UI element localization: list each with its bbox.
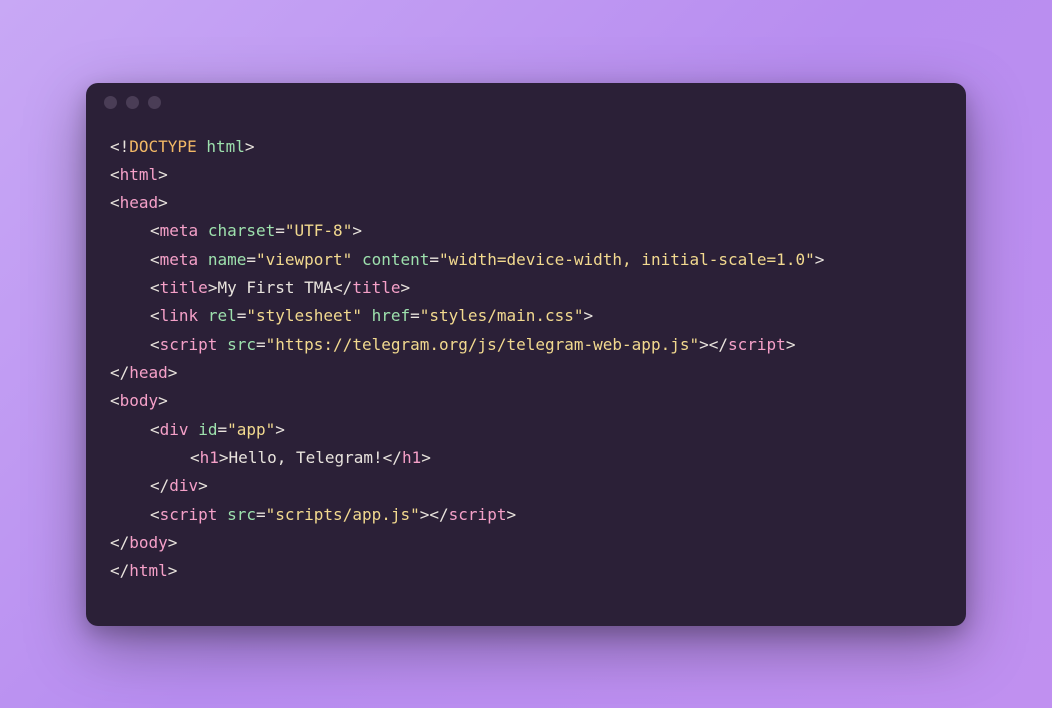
code-line: <h1>Hello, Telegram!</h1> bbox=[110, 444, 431, 472]
code-content: <!DOCTYPE html> <html> <head> <meta char… bbox=[86, 123, 966, 626]
window-control-close[interactable] bbox=[104, 96, 117, 109]
code-line: </head> bbox=[110, 363, 177, 382]
code-line: <script src="scripts/app.js"></script> bbox=[110, 501, 516, 529]
code-line: <head> bbox=[110, 193, 168, 212]
code-line: <script src="https://telegram.org/js/tel… bbox=[110, 331, 795, 359]
code-line: </div> bbox=[110, 472, 208, 500]
window-control-minimize[interactable] bbox=[126, 96, 139, 109]
code-line: </html> bbox=[110, 561, 177, 580]
window-titlebar bbox=[86, 83, 966, 123]
code-window: <!DOCTYPE html> <html> <head> <meta char… bbox=[86, 83, 966, 626]
code-line: <meta name="viewport" content="width=dev… bbox=[110, 246, 824, 274]
code-line: <div id="app"> bbox=[110, 416, 285, 444]
code-line: <body> bbox=[110, 391, 168, 410]
code-line: <link rel="stylesheet" href="styles/main… bbox=[110, 302, 593, 330]
code-line: <html> bbox=[110, 165, 168, 184]
code-line: <!DOCTYPE html> bbox=[110, 137, 255, 156]
code-line: <meta charset="UTF-8"> bbox=[110, 217, 362, 245]
code-line: <title>My First TMA</title> bbox=[110, 274, 410, 302]
window-control-zoom[interactable] bbox=[148, 96, 161, 109]
code-line: </body> bbox=[110, 533, 177, 552]
